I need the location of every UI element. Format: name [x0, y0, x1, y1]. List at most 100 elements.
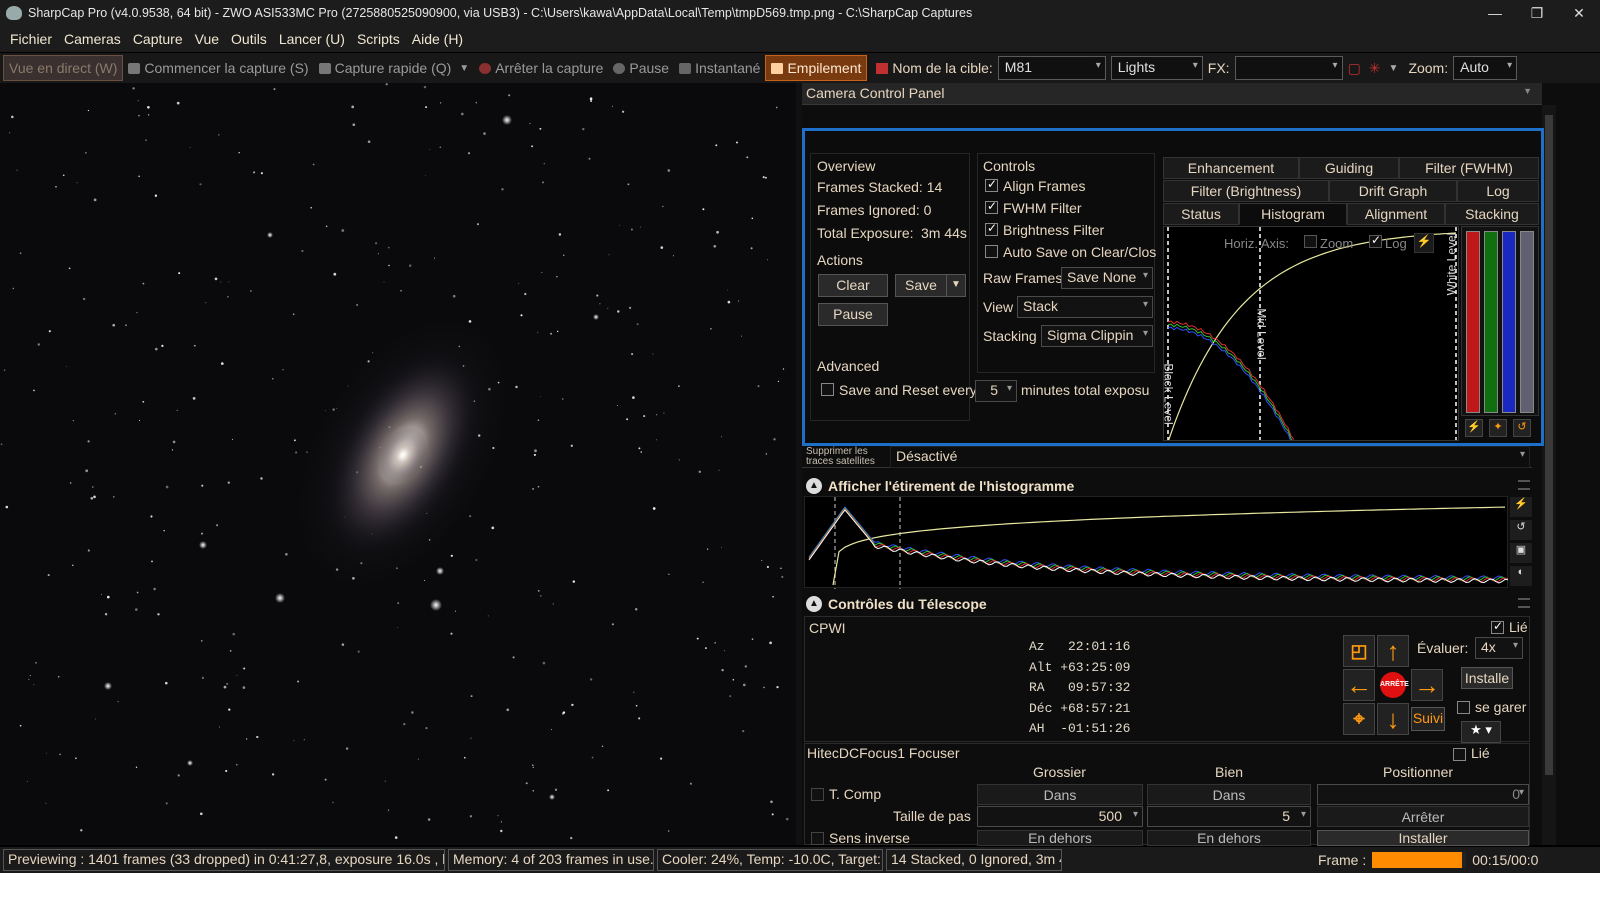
reset-icon[interactable]: ↺: [1510, 520, 1532, 540]
save-button[interactable]: Save: [895, 274, 947, 297]
save-reset-spinner[interactable]: 5: [975, 380, 1017, 402]
park-checkbox[interactable]: [1457, 701, 1470, 714]
raw-frames-select[interactable]: Save None: [1061, 267, 1153, 289]
stack-histogram-area[interactable]: Horiz. Axis: Zoom Log ⚡ Black Level Mid …: [1163, 226, 1459, 441]
east-arrow-button[interactable]: →: [1411, 669, 1443, 701]
collapse-icon[interactable]: ▲: [806, 478, 822, 494]
save-reset-checkbox[interactable]: [821, 383, 834, 396]
frame-type-combo[interactable]: Lights: [1110, 56, 1203, 80]
histogram-stretch-header[interactable]: ▲ Afficher l'étirement de l'histogramme: [802, 474, 1530, 498]
fwhm-filter-checkbox[interactable]: [985, 199, 998, 214]
menu-cameras[interactable]: Cameras: [64, 31, 121, 47]
restore-button[interactable]: ❐: [1516, 5, 1558, 22]
live-view-button[interactable]: Vue en direct (W): [3, 55, 124, 81]
red-slider[interactable]: [1466, 231, 1480, 413]
quick-capture-button[interactable]: Capture rapide (Q) ▼: [314, 55, 475, 81]
menu-lancer[interactable]: Lancer (U): [279, 31, 345, 47]
contrast-icon[interactable]: ◐: [1510, 566, 1532, 586]
tab-enhancement[interactable]: Enhancement: [1163, 157, 1299, 179]
histogram-stretch-plot-wrap[interactable]: [804, 496, 1509, 589]
close-button[interactable]: ✕: [1558, 5, 1600, 22]
vertical-scrollbar[interactable]: [1542, 105, 1556, 845]
tab-histogram[interactable]: Histogram: [1239, 203, 1347, 225]
grip-icon[interactable]: [1518, 598, 1530, 608]
grip-icon[interactable]: [1518, 480, 1530, 490]
stacking-button[interactable]: Empilement: [765, 55, 868, 81]
auto-stretch-icon[interactable]: ⚡: [1510, 497, 1532, 517]
menu-scripts[interactable]: Scripts: [357, 31, 400, 47]
stacking-mode-select[interactable]: Sigma Clippin: [1041, 325, 1153, 347]
step-fine-input[interactable]: 5: [1147, 806, 1311, 827]
rgb-level-sliders[interactable]: [1461, 226, 1539, 416]
tab-drift-graph[interactable]: Drift Graph: [1329, 180, 1457, 202]
tab-alignment[interactable]: Alignment: [1347, 203, 1445, 225]
clear-button[interactable]: Clear: [818, 274, 888, 297]
image-viewer[interactable]: [0, 83, 796, 845]
focus-in-coarse-button[interactable]: Dans: [977, 784, 1143, 805]
menu-outils[interactable]: Outils: [231, 31, 267, 47]
focus-position-input[interactable]: 0: [1317, 784, 1529, 805]
menu-aide[interactable]: Aide (H): [412, 31, 463, 47]
auto-save-checkbox[interactable]: [985, 245, 998, 258]
south-arrow-button[interactable]: ↓: [1377, 703, 1409, 735]
focuser-install-button[interactable]: Installer: [1317, 830, 1529, 846]
stop-capture-button[interactable]: Arrêter la capture: [474, 55, 608, 81]
focuser-linked-checkbox[interactable]: [1453, 748, 1466, 761]
tab-status[interactable]: Status: [1163, 203, 1239, 225]
rate-select[interactable]: 4x: [1475, 637, 1523, 659]
star-stretch-icon[interactable]: ✦: [1489, 419, 1507, 437]
start-capture-button[interactable]: Commencer la capture (S): [123, 55, 313, 81]
telescope-header[interactable]: ▲ Contrôles du Télescope: [802, 592, 1530, 616]
pause-button[interactable]: Pause: [608, 55, 674, 81]
reverse-checkbox[interactable]: [811, 832, 824, 845]
scrollbar-thumb[interactable]: [1545, 115, 1553, 775]
reset-icon[interactable]: ↺: [1513, 419, 1531, 437]
menu-capture[interactable]: Capture: [133, 31, 183, 47]
menu-fichier[interactable]: Fichier: [10, 31, 52, 47]
chevron-down-icon[interactable]: ▼: [459, 63, 469, 74]
target-name-combo[interactable]: M81: [997, 56, 1106, 80]
align-frames-checkbox[interactable]: [985, 177, 998, 192]
save-icon[interactable]: ▣: [1510, 543, 1532, 563]
collapse-icon[interactable]: ▲: [806, 596, 822, 612]
north-arrow-button[interactable]: ↑: [1377, 635, 1409, 667]
telescope-linked-checkbox[interactable]: [1491, 619, 1504, 634]
minimize-button[interactable]: —: [1474, 5, 1516, 21]
step-coarse-input[interactable]: 500: [977, 806, 1143, 827]
zoom-combo[interactable]: Auto: [1453, 56, 1518, 80]
tab-stacking[interactable]: Stacking: [1445, 203, 1539, 225]
blue-slider[interactable]: [1502, 231, 1516, 413]
auto-stretch-icon[interactable]: ⚡: [1465, 419, 1483, 437]
tracking-button[interactable]: Suivi: [1411, 707, 1445, 731]
satellite-select[interactable]: Désactivé: [890, 446, 1530, 468]
zoom-checkbox[interactable]: [1304, 235, 1317, 248]
focus-out-coarse-button[interactable]: En dehors: [977, 830, 1143, 846]
spiral-search-icon[interactable]: ◰: [1343, 635, 1375, 667]
reticle-buttons[interactable]: ▢ ✳ ▼: [1343, 55, 1404, 81]
tcomp-checkbox[interactable]: [811, 788, 824, 801]
chevron-down-icon[interactable]: ▼: [1523, 86, 1532, 96]
mount-install-button[interactable]: Installe: [1461, 667, 1513, 689]
pause-stack-button[interactable]: Pause: [818, 303, 888, 326]
snapshot-button[interactable]: Instantané: [674, 55, 765, 81]
green-slider[interactable]: [1484, 231, 1498, 413]
menu-vue[interactable]: Vue: [195, 31, 219, 47]
stop-mount-button[interactable]: ARRÊTE: [1380, 672, 1409, 698]
brightness-filter-checkbox[interactable]: [985, 221, 998, 236]
tab-guiding[interactable]: Guiding: [1299, 157, 1399, 179]
west-arrow-button[interactable]: ←: [1343, 669, 1375, 701]
log-checkbox[interactable]: [1369, 233, 1382, 248]
save-dropdown-button[interactable]: ▼: [946, 274, 966, 297]
tab-filter-fwhm[interactable]: Filter (FWHM): [1399, 157, 1539, 179]
star-dropdown-button[interactable]: ★ ▾: [1461, 721, 1501, 743]
target-center-icon[interactable]: ⌖: [1343, 703, 1375, 735]
fx-combo[interactable]: [1234, 56, 1343, 80]
tab-log[interactable]: Log: [1457, 180, 1539, 202]
focus-out-fine-button[interactable]: En dehors: [1147, 830, 1311, 846]
view-select[interactable]: Stack: [1017, 296, 1153, 318]
luminance-slider[interactable]: [1520, 231, 1534, 413]
lightning-icon[interactable]: ⚡: [1414, 233, 1434, 253]
focus-in-fine-button[interactable]: Dans: [1147, 784, 1311, 805]
focuser-stop-button[interactable]: Arrêter: [1317, 806, 1529, 827]
tab-filter-brightness[interactable]: Filter (Brightness): [1163, 180, 1329, 202]
